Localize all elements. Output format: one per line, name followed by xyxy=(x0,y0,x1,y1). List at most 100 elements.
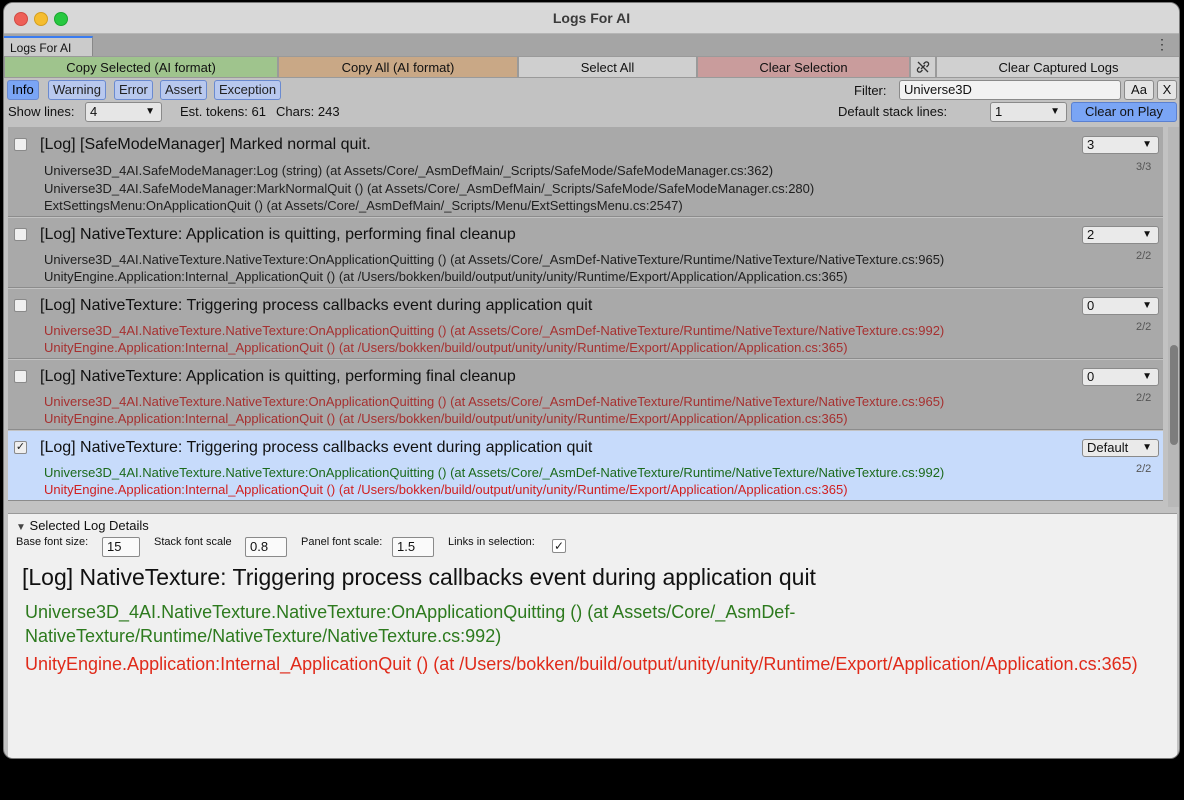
entry-stack-dropdown[interactable]: 2 ▼ xyxy=(1082,226,1159,244)
stack-line[interactable]: UnityEngine.Application:Internal_Applica… xyxy=(44,269,848,284)
stack-line[interactable]: Universe3D_4AI.NativeTexture.NativeTextu… xyxy=(44,394,944,409)
level-toggle-info[interactable]: Info xyxy=(7,80,39,100)
entry-stack-value: 0 xyxy=(1087,298,1095,313)
level-toggle-warning[interactable]: Warning xyxy=(48,80,106,100)
entry-checkbox[interactable] xyxy=(14,228,27,241)
show-lines-value: 4 xyxy=(90,104,98,119)
entry-title: [Log] NativeTexture: Application is quit… xyxy=(40,226,516,243)
clear-on-play-button[interactable]: Clear on Play xyxy=(1071,102,1177,122)
entry-stack-dropdown[interactable]: 0 ▼ xyxy=(1082,368,1159,386)
logs-window: Logs For AI Logs For AI ⋮ Copy Selected … xyxy=(3,2,1180,759)
log-entry[interactable]: [Log] [SafeModeManager] Marked normal qu… xyxy=(8,127,1163,217)
options-row: Show lines: 4 ▼ Est. tokens: 61 Chars: 2… xyxy=(4,102,1179,124)
level-filter-row: Info Warning Error Assert Exception Filt… xyxy=(4,80,1179,102)
stack-line[interactable]: ExtSettingsMenu:OnApplicationQuit () (at… xyxy=(44,198,683,213)
kebab-menu-icon[interactable]: ⋮ xyxy=(1155,36,1169,53)
default-stack-lines-dropdown[interactable]: 1 ▼ xyxy=(990,102,1067,122)
stack-line[interactable]: UnityEngine.Application:Internal_Applica… xyxy=(44,482,848,497)
log-entry-selected[interactable]: ✓ [Log] NativeTexture: Triggering proces… xyxy=(8,431,1163,501)
entry-stack-count: 2/2 xyxy=(1136,321,1152,333)
selected-log-details-panel: ▼ Selected Log Details Base font size: 1… xyxy=(8,513,1177,758)
main-toolbar: Copy Selected (AI format) Copy All (AI f… xyxy=(4,56,1179,78)
details-header-label: Selected Log Details xyxy=(29,518,149,533)
level-toggle-exception[interactable]: Exception xyxy=(214,80,282,100)
entry-title: [Log] NativeTexture: Application is quit… xyxy=(40,368,516,385)
entry-stack-value: 0 xyxy=(1087,369,1095,384)
stack-line[interactable]: UnityEngine.Application:Internal_Applica… xyxy=(44,340,848,355)
log-entry[interactable]: [Log] NativeTexture: Application is quit… xyxy=(8,218,1163,288)
stack-line[interactable]: Universe3D_4AI.SafeModeManager:Log (stri… xyxy=(44,163,773,178)
entry-stack-count: 2/2 xyxy=(1136,250,1152,262)
log-list-scrollbar[interactable] xyxy=(1168,127,1179,507)
entry-stack-dropdown[interactable]: 3 ▼ xyxy=(1082,136,1159,154)
chevron-down-icon: ▼ xyxy=(1142,300,1152,311)
case-sensitive-button[interactable]: Aa xyxy=(1124,80,1154,100)
panel-font-scale-field[interactable]: 1.5 xyxy=(392,537,434,557)
links-in-selection-label: Links in selection: xyxy=(448,536,535,548)
est-tokens: Est. tokens: 61 xyxy=(180,104,266,119)
show-lines-label: Show lines: xyxy=(8,104,75,119)
stack-line[interactable]: UnityEngine.Application:Internal_Applica… xyxy=(44,411,848,426)
details-stack-line[interactable]: Universe3D_4AI.NativeTexture.NativeTextu… xyxy=(25,600,1165,648)
clear-selection-button[interactable]: Clear Selection xyxy=(697,56,910,78)
tab-bar: Logs For AI ⋮ xyxy=(4,34,1179,56)
details-stack-line[interactable]: UnityEngine.Application:Internal_Applica… xyxy=(25,652,1165,676)
log-entry[interactable]: [Log] NativeTexture: Triggering process … xyxy=(8,289,1163,359)
entry-title: [Log] NativeTexture: Triggering process … xyxy=(40,439,593,456)
entry-stack-value: 3 xyxy=(1087,137,1095,152)
chevron-down-icon: ▼ xyxy=(1142,229,1152,240)
title-bar: Logs For AI xyxy=(4,3,1179,34)
base-font-size-field[interactable]: 15 xyxy=(102,537,140,557)
entry-checkbox-checked[interactable]: ✓ xyxy=(14,441,27,454)
entry-checkbox[interactable] xyxy=(14,138,27,151)
level-toggle-error[interactable]: Error xyxy=(114,80,153,100)
clear-filter-button[interactable]: X xyxy=(1157,80,1177,100)
filter-label: Filter: xyxy=(854,83,887,98)
entry-stack-value: 2 xyxy=(1087,227,1095,242)
scrollbar-thumb[interactable] xyxy=(1170,345,1178,445)
entry-stack-count: 3/3 xyxy=(1136,161,1152,173)
copy-all-button[interactable]: Copy All (AI format) xyxy=(278,56,518,78)
entry-stack-value: Default xyxy=(1087,440,1129,455)
clear-captured-logs-button[interactable]: Clear Captured Logs xyxy=(936,56,1179,78)
chars-count: Chars: 243 xyxy=(276,104,340,119)
panel-font-scale-label: Panel font scale: xyxy=(301,536,383,548)
copy-selected-button[interactable]: Copy Selected (AI format) xyxy=(4,56,278,78)
stack-line[interactable]: Universe3D_4AI.NativeTexture.NativeTextu… xyxy=(44,252,944,267)
stack-line[interactable]: Universe3D_4AI.NativeTexture.NativeTextu… xyxy=(44,323,944,338)
chevron-down-icon: ▼ xyxy=(1142,371,1152,382)
chevron-down-icon: ▼ xyxy=(1050,106,1060,117)
link-toggle-button[interactable] xyxy=(910,56,936,78)
details-title[interactable]: [Log] NativeTexture: Triggering process … xyxy=(22,564,816,591)
links-in-selection-checkbox[interactable]: ✓ xyxy=(552,539,566,553)
log-list: [Log] [SafeModeManager] Marked normal qu… xyxy=(8,127,1166,507)
details-header[interactable]: ▼ Selected Log Details xyxy=(16,518,149,533)
entry-stack-count: 2/2 xyxy=(1136,392,1152,404)
tab-logs-for-ai[interactable]: Logs For AI xyxy=(4,36,93,56)
link-icon xyxy=(916,61,930,73)
stack-font-scale-label: Stack font scale xyxy=(154,536,232,548)
disclosure-triangle-icon: ▼ xyxy=(16,522,26,533)
entry-stack-dropdown[interactable]: Default ▼ xyxy=(1082,439,1159,457)
chevron-down-icon: ▼ xyxy=(145,106,155,117)
log-entry[interactable]: [Log] NativeTexture: Application is quit… xyxy=(8,360,1163,430)
entry-title: [Log] [SafeModeManager] Marked normal qu… xyxy=(40,136,371,153)
level-toggle-assert[interactable]: Assert xyxy=(160,80,207,100)
chevron-down-icon: ▼ xyxy=(1142,139,1152,150)
stack-font-scale-field[interactable]: 0.8 xyxy=(245,537,287,557)
show-lines-dropdown[interactable]: 4 ▼ xyxy=(85,102,162,122)
stack-line[interactable]: Universe3D_4AI.NativeTexture.NativeTextu… xyxy=(44,465,944,480)
window-title: Logs For AI xyxy=(552,10,631,26)
filter-input[interactable]: Universe3D xyxy=(899,80,1121,100)
base-font-size-label: Base font size: xyxy=(16,536,89,548)
chevron-down-icon: ▼ xyxy=(1142,442,1152,453)
select-all-button[interactable]: Select All xyxy=(518,56,697,78)
entry-title: [Log] NativeTexture: Triggering process … xyxy=(40,297,593,314)
entry-checkbox[interactable] xyxy=(14,299,27,312)
default-stack-lines-label: Default stack lines: xyxy=(838,104,948,119)
entry-stack-count: 2/2 xyxy=(1136,463,1152,475)
default-stack-lines-value: 1 xyxy=(995,104,1003,119)
entry-checkbox[interactable] xyxy=(14,370,27,383)
stack-line[interactable]: Universe3D_4AI.SafeModeManager:MarkNorma… xyxy=(44,181,814,196)
entry-stack-dropdown[interactable]: 0 ▼ xyxy=(1082,297,1159,315)
